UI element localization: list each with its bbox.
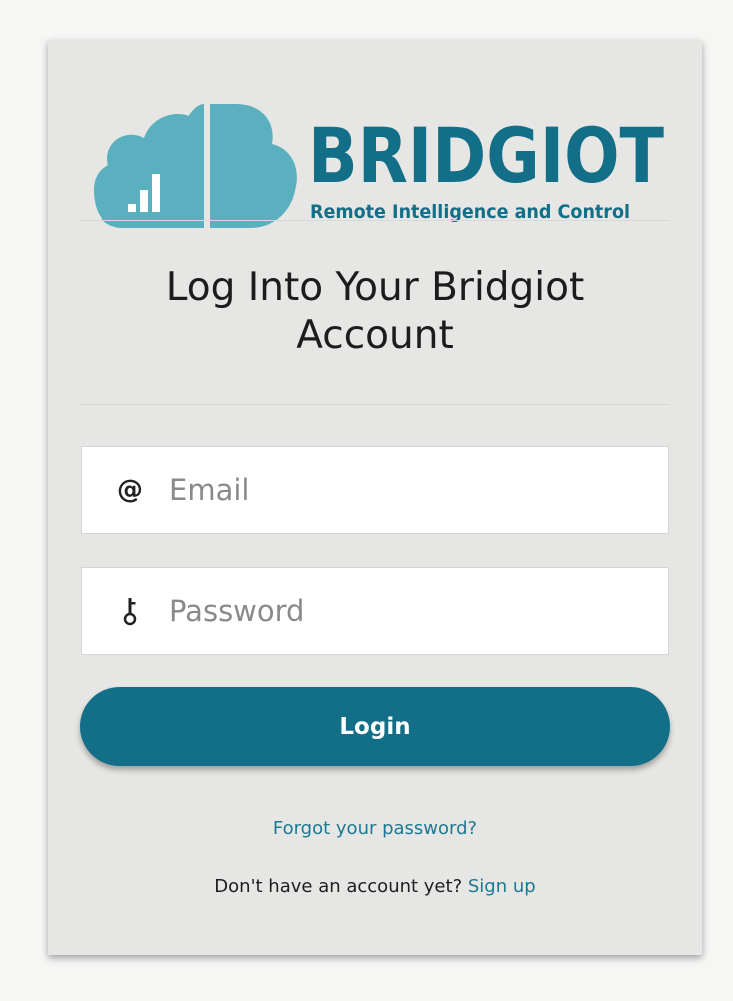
key-icon [113,596,147,626]
cloud-signal-logo-icon [94,104,297,228]
signup-link[interactable]: Sign up [468,876,536,897]
login-button[interactable]: Login [80,687,670,766]
forgot-password-row: Forgot your password? [48,818,702,839]
password-input[interactable] [169,594,649,628]
email-input[interactable] [169,473,649,507]
signup-row: Don't have an account yet? Sign up [48,876,702,897]
page-title-line-1: Log Into Your Bridgiot [165,265,585,310]
password-field[interactable] [81,567,669,655]
email-field[interactable]: @ [81,446,669,534]
login-card: BRIDGIOT Remote Intelligence and Control… [48,40,702,955]
divider [80,404,670,405]
page-title-line-2: Account [296,313,454,358]
signup-prompt: Don't have an account yet? [214,876,463,897]
forgot-password-link[interactable]: Forgot your password? [273,818,477,839]
at-icon: @ [117,475,143,505]
bridgiot-logo: BRIDGIOT Remote Intelligence and Control [94,104,664,228]
divider [80,220,670,221]
logo-wordmark: BRIDGIOT [308,111,664,200]
page-title: Log Into Your Bridgiot Account [48,264,702,360]
